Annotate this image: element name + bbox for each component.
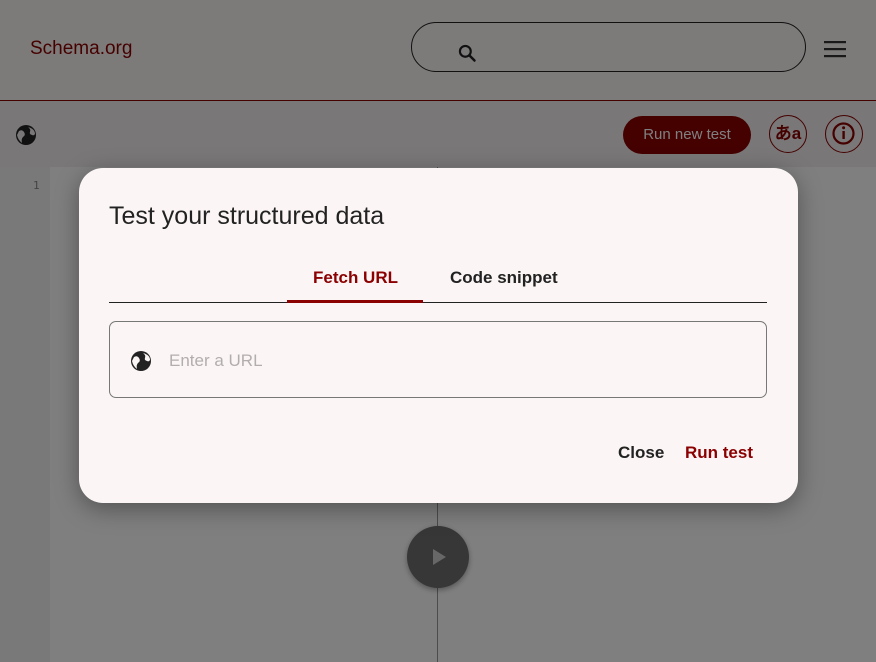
test-dialog: Test your structured data Fetch URL Code… [79,168,798,503]
tab-code-snippet[interactable]: Code snippet [450,268,558,288]
tab-fetch-url[interactable]: Fetch URL [313,268,398,288]
active-tab-indicator [287,300,423,303]
url-input[interactable] [169,348,739,374]
close-button[interactable]: Close [618,443,664,463]
dialog-title: Test your structured data [109,202,385,230]
run-test-button[interactable]: Run test [685,443,753,463]
tab-bar-divider [109,302,767,303]
globe-icon [131,351,151,371]
